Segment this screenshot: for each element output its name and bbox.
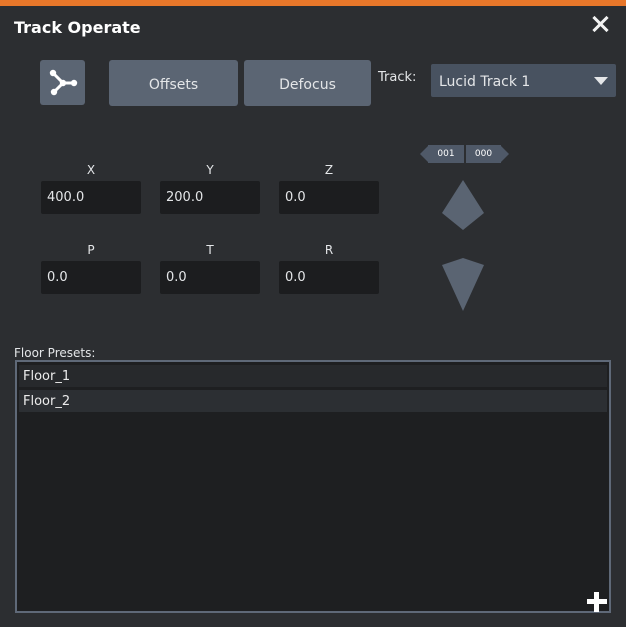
track-tool-icon (49, 69, 78, 96)
add-preset-icon[interactable] (587, 592, 607, 612)
y-field[interactable]: 200.0 (160, 181, 260, 214)
chevron-down-icon (594, 77, 608, 85)
track-label: Track: (378, 70, 417, 85)
x-label: X (86, 163, 96, 177)
counter-left-arrow-icon[interactable] (420, 146, 428, 162)
t-field[interactable]: 0.0 (160, 261, 260, 294)
counter-right-value[interactable]: 000 (466, 145, 501, 163)
step-counter: 001 000 (420, 145, 510, 165)
r-field[interactable]: 0.0 (279, 261, 379, 294)
p-field[interactable]: 0.0 (41, 261, 141, 294)
track-dropdown[interactable]: Lucid Track 1 (431, 64, 616, 97)
list-item[interactable]: Floor_1 (19, 365, 607, 387)
counter-left-value[interactable]: 001 (428, 145, 464, 163)
list-item[interactable]: Floor_2 (19, 390, 607, 412)
title-accent-bar (0, 0, 626, 6)
window-title: Track Operate (14, 18, 141, 37)
y-label: Y (206, 163, 214, 177)
track-operate-panel: Track Operate Offsets Defocus Track: Luc… (0, 0, 626, 627)
move-down-arrow-icon[interactable] (441, 258, 485, 311)
p-label: P (87, 243, 95, 257)
z-field[interactable]: 0.0 (279, 181, 379, 214)
z-label: Z (324, 163, 334, 177)
x-field[interactable]: 400.0 (41, 181, 141, 214)
counter-right-arrow-icon[interactable] (501, 146, 509, 162)
close-icon[interactable] (589, 13, 611, 35)
track-tool-button[interactable] (40, 60, 85, 105)
t-label: T (206, 243, 214, 257)
move-up-arrow-icon[interactable] (441, 180, 485, 230)
offsets-button[interactable]: Offsets (109, 60, 238, 106)
floor-presets-label: Floor Presets: (14, 346, 96, 360)
floor-presets-list: Floor_1 Floor_2 (15, 360, 611, 613)
track-dropdown-value: Lucid Track 1 (439, 74, 531, 90)
r-label: R (324, 243, 334, 257)
defocus-button[interactable]: Defocus (244, 60, 371, 106)
